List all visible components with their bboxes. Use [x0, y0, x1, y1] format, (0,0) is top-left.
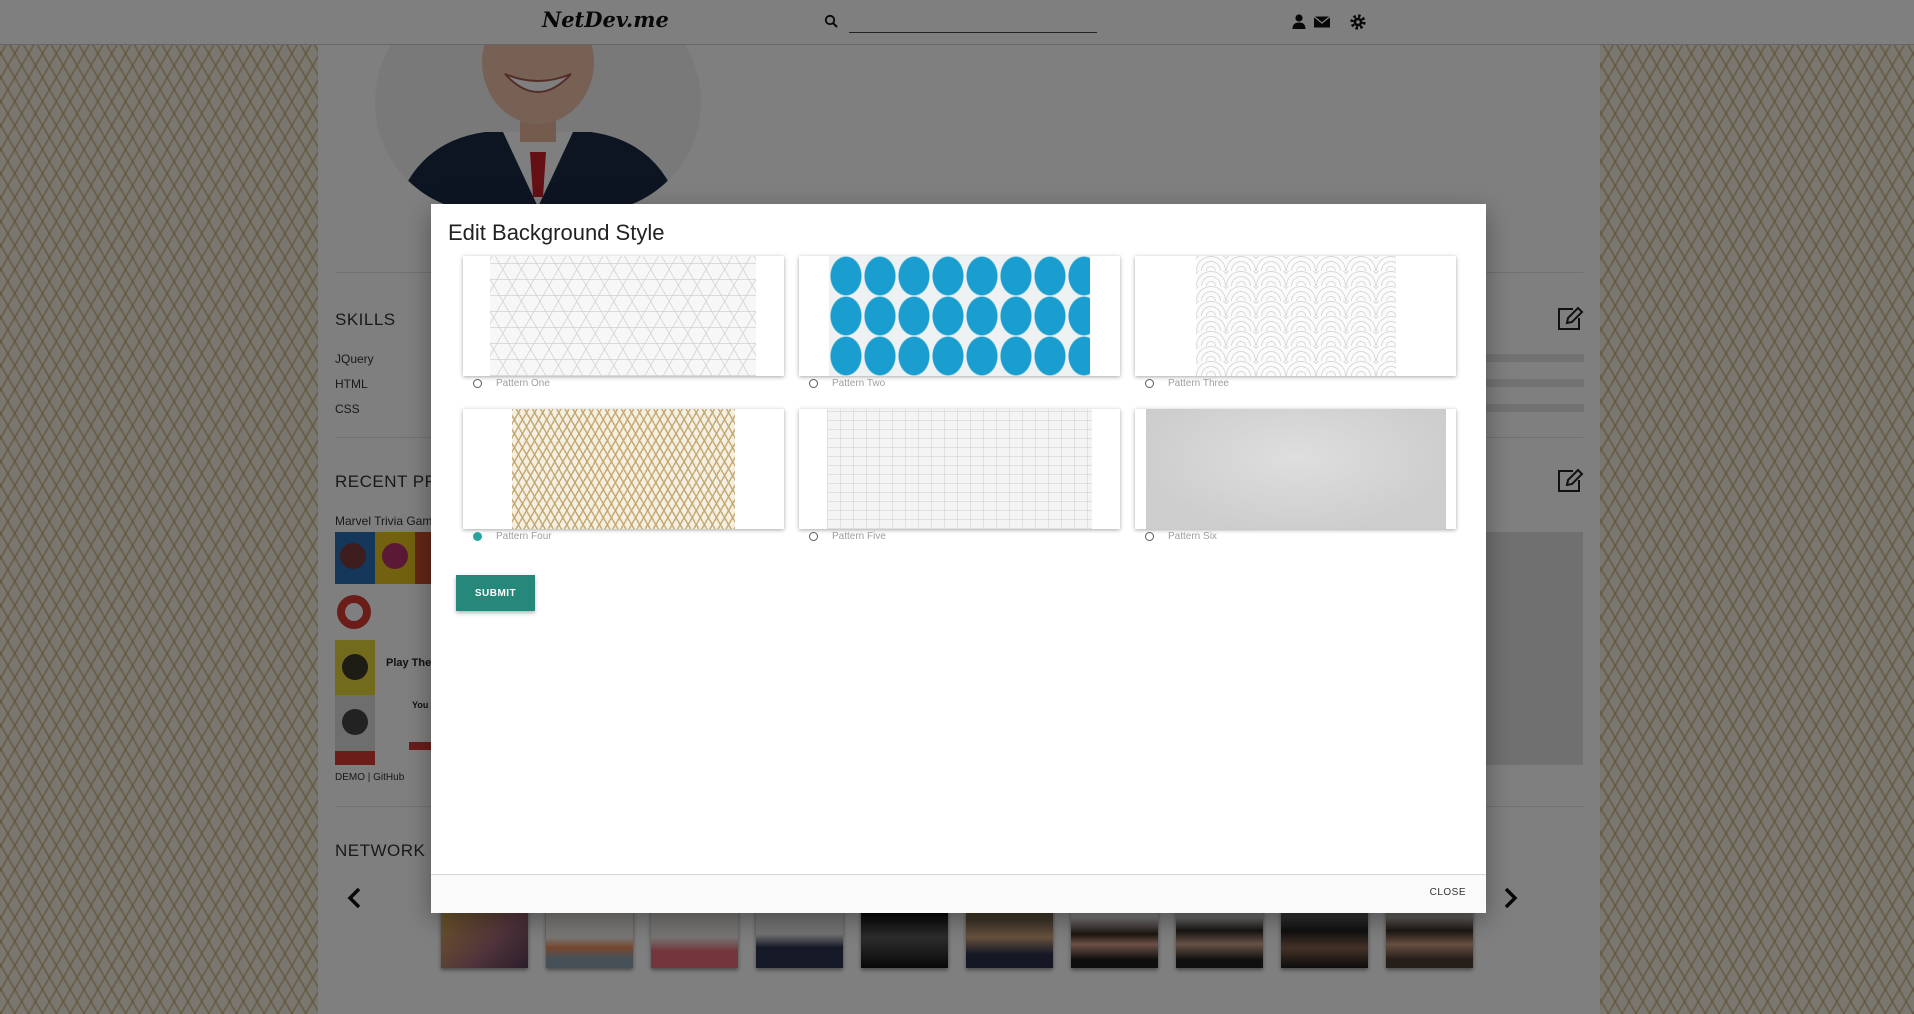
pattern-three-swatch: [1196, 256, 1396, 376]
pattern-four-label: Pattern Four: [496, 531, 552, 542]
pattern-three-radio[interactable]: [1145, 379, 1154, 388]
pattern-six-card[interactable]: [1135, 409, 1456, 529]
pattern-six-swatch: [1146, 409, 1446, 529]
pattern-six-radio[interactable]: [1145, 532, 1154, 541]
pattern-one-card[interactable]: [463, 256, 784, 376]
close-button[interactable]: CLOSE: [1430, 887, 1466, 898]
pattern-six-label: Pattern Six: [1168, 531, 1217, 542]
pattern-two-label: Pattern Two: [832, 378, 886, 389]
pattern-one-swatch: [490, 256, 756, 376]
modal-title: Edit Background Style: [448, 220, 665, 245]
pattern-one-radio[interactable]: [473, 379, 482, 388]
pattern-five-card[interactable]: [799, 409, 1120, 529]
pattern-three-label: Pattern Three: [1168, 378, 1229, 389]
pattern-two-card[interactable]: [799, 256, 1120, 376]
pattern-four-radio[interactable]: [473, 532, 482, 541]
pattern-four-swatch: [512, 409, 735, 529]
pattern-four-card[interactable]: [463, 409, 784, 529]
modal-footer: CLOSE: [431, 874, 1486, 913]
pattern-five-radio[interactable]: [809, 532, 818, 541]
pattern-two-swatch: [829, 256, 1090, 376]
pattern-five-swatch: [827, 409, 1092, 529]
submit-button[interactable]: SUBMIT: [456, 575, 535, 611]
pattern-two-radio[interactable]: [809, 379, 818, 388]
pattern-one-label: Pattern One: [496, 378, 550, 389]
pattern-three-card[interactable]: [1135, 256, 1456, 376]
edit-background-modal: Edit Background Style Pattern One Patter…: [431, 204, 1486, 913]
pattern-five-label: Pattern Five: [832, 531, 886, 542]
